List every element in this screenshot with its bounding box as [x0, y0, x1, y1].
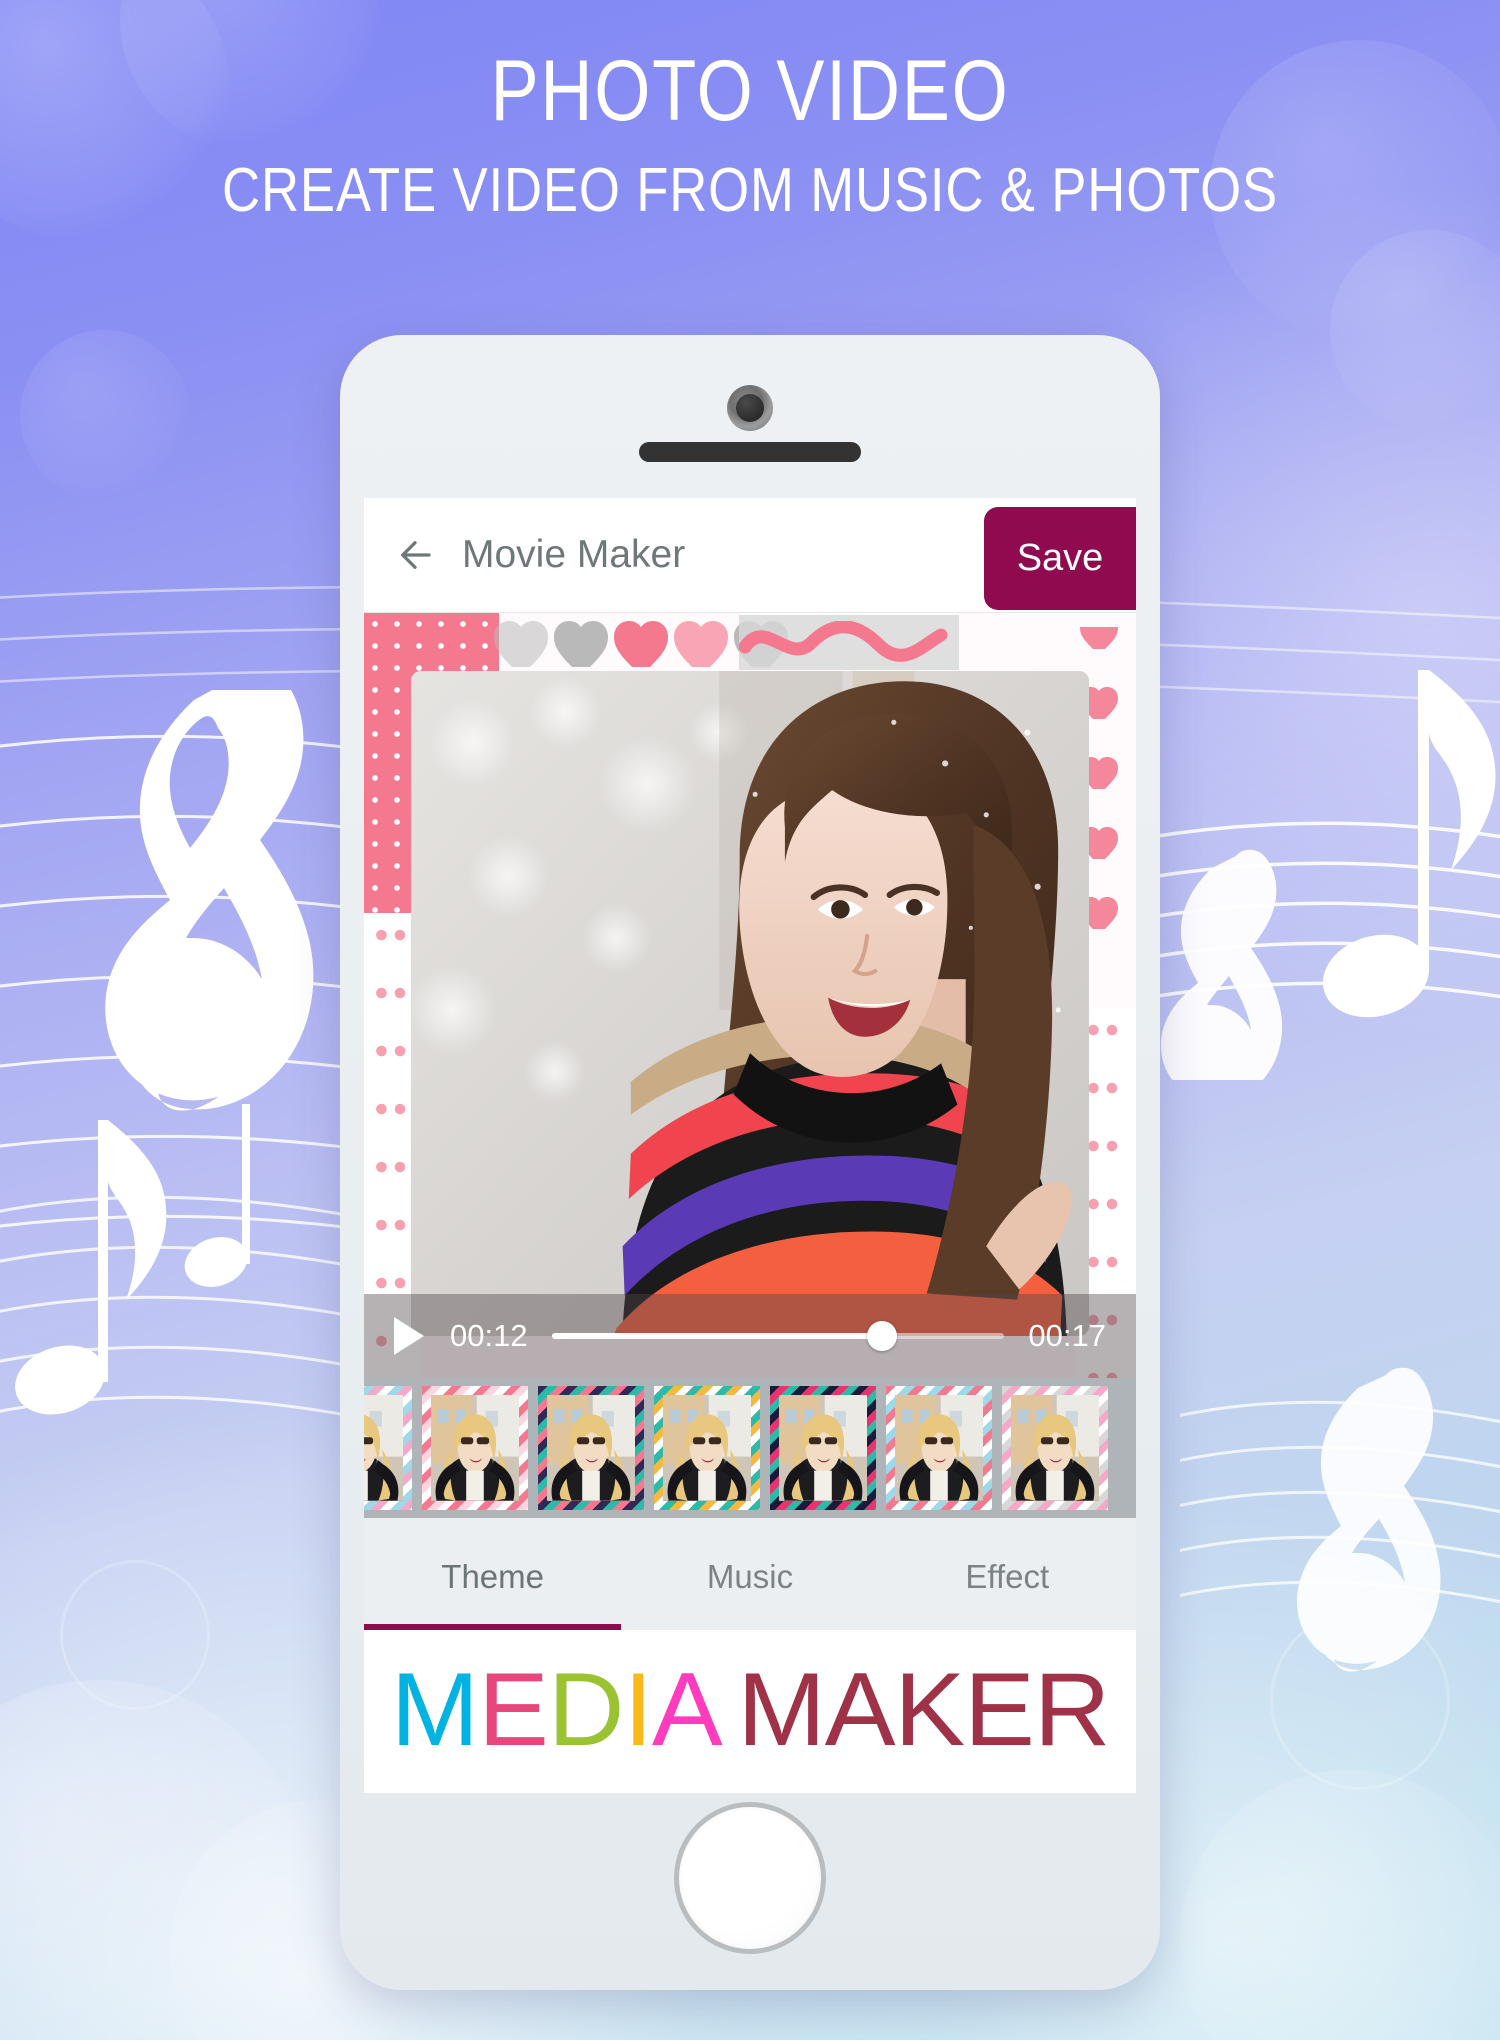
theme-thumbnail-photo	[1011, 1395, 1099, 1501]
theme-thumbnail-strip[interactable]	[364, 1378, 1136, 1518]
theme-thumbnail[interactable]	[1002, 1386, 1108, 1510]
theme-thumbnail[interactable]	[654, 1386, 760, 1510]
seek-fill	[551, 1333, 883, 1339]
seek-thumb[interactable]	[867, 1321, 898, 1351]
theme-thumbnail-photo	[895, 1395, 983, 1501]
tab-bar: Theme Music Effect	[364, 1518, 1136, 1630]
theme-thumbnail-photo	[431, 1395, 519, 1501]
theme-thumbnail[interactable]	[886, 1386, 992, 1510]
logo-media: MEDIA	[391, 1658, 723, 1762]
logo-letter-D: D	[548, 1652, 625, 1768]
preview-photo	[411, 671, 1089, 1336]
theme-thumbnail[interactable]	[770, 1386, 876, 1510]
video-preview[interactable]: 00:12 00:17	[364, 613, 1136, 1378]
page-title: Movie Maker	[462, 533, 686, 576]
theme-thumbnail[interactable]	[422, 1386, 528, 1510]
earpiece-speaker	[639, 442, 861, 462]
promo-title: PHOTO VIDEO	[490, 43, 1010, 139]
theme-thumbnail[interactable]	[364, 1386, 412, 1510]
bokeh-circle	[1180, 1770, 1500, 2040]
theme-thumbnail-photo	[364, 1395, 403, 1501]
photo-woman	[411, 671, 1089, 1336]
app-bar: Movie Maker Save	[364, 498, 1136, 613]
promo-headings: PHOTO VIDEO CREATE VIDEO FROM MUSIC & PH…	[0, 48, 1500, 223]
tab-music[interactable]: Music	[621, 1558, 878, 1630]
logo-letter-E: E	[478, 1652, 549, 1768]
logo-maker: MAKER	[737, 1652, 1110, 1768]
save-button[interactable]: Save	[984, 507, 1136, 610]
total-time: 00:17	[1028, 1318, 1106, 1353]
theme-thumbnail-photo	[547, 1395, 635, 1501]
tab-theme[interactable]: Theme	[364, 1558, 622, 1630]
seek-bar[interactable]	[551, 1321, 1005, 1351]
theme-thumbnail[interactable]	[538, 1386, 644, 1510]
app-screen: Movie Maker Save 00:12 00:17 Theme Music…	[364, 498, 1136, 1793]
bokeh-circle	[20, 330, 190, 500]
logo-letter-A: A	[652, 1652, 723, 1768]
play-icon[interactable]	[394, 1317, 424, 1355]
logo-letter-M: M	[391, 1652, 479, 1768]
music-note-icon	[1180, 1367, 1500, 1672]
arrow-left-icon[interactable]	[394, 534, 436, 576]
current-time: 00:12	[450, 1318, 528, 1353]
bokeh-ring	[60, 1560, 210, 1710]
theme-thumbnail-photo	[663, 1395, 751, 1501]
theme-thumbnail-photo	[779, 1395, 867, 1501]
home-button[interactable]	[674, 1802, 826, 1954]
phone-mockup: Movie Maker Save 00:12 00:17 Theme Music…	[340, 335, 1160, 1990]
app-logo: MEDIA MAKER	[364, 1630, 1136, 1790]
player-controls: 00:12 00:17	[364, 1294, 1136, 1378]
tab-effect[interactable]: Effect	[879, 1558, 1136, 1630]
front-camera-icon	[727, 385, 773, 431]
promo-subtitle: CREATE VIDEO FROM MUSIC & PHOTOS	[222, 156, 1278, 225]
logo-letter-I: I	[623, 1652, 653, 1768]
